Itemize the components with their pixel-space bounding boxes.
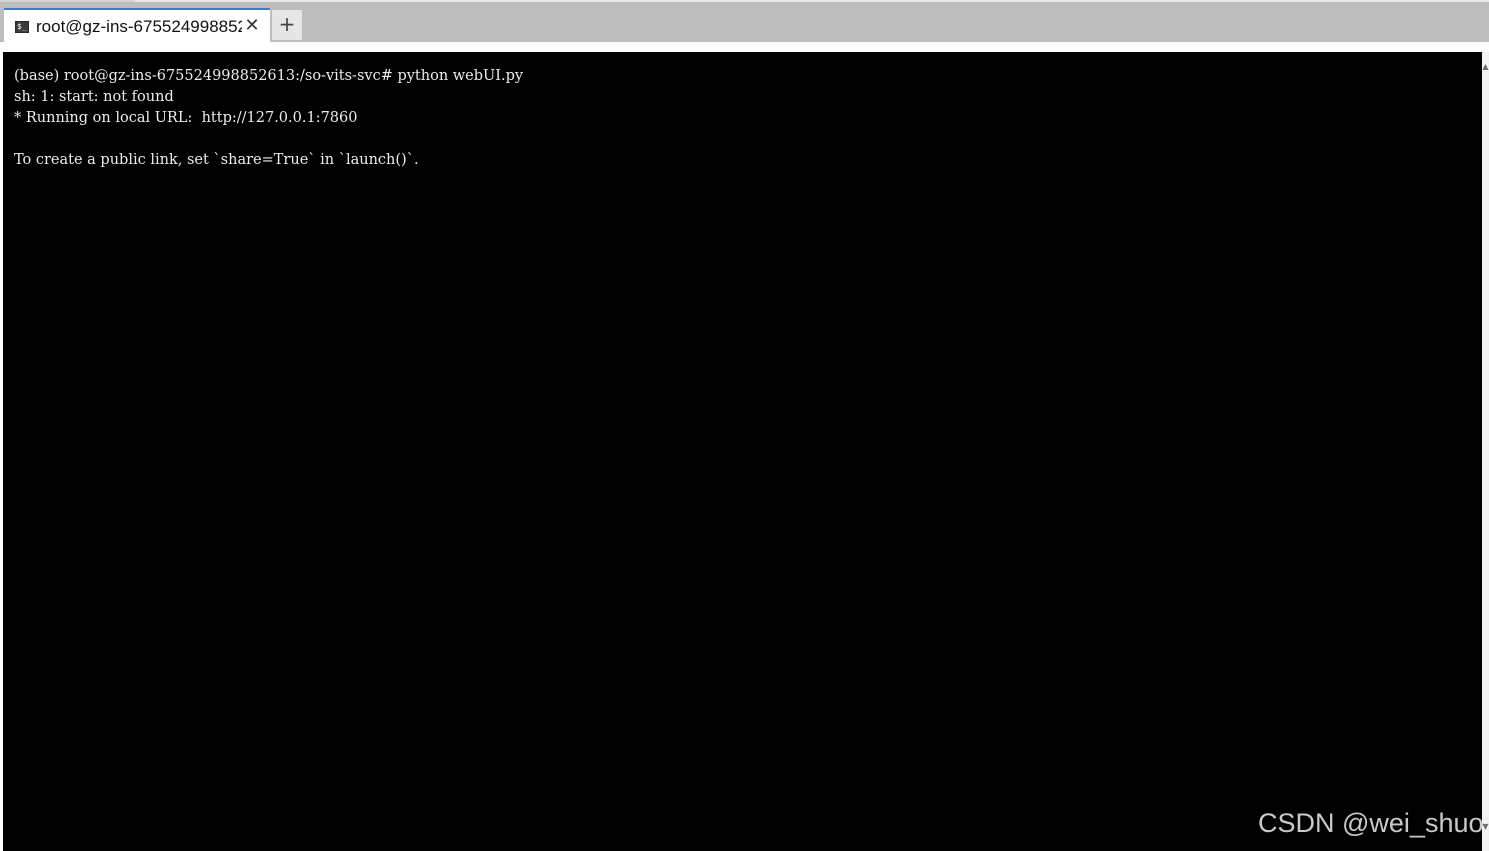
tab-title: root@gz-ins-675524998852613 bbox=[36, 17, 242, 36]
terminal-icon: $_ bbox=[15, 21, 29, 33]
terminal-window: $_ root@gz-ins-675524998852613 ✕ + (base… bbox=[0, 0, 1489, 851]
scroll-up-icon[interactable]: ▲ bbox=[1482, 62, 1489, 72]
terminal-line-error: sh: 1: start: not found bbox=[14, 89, 174, 105]
terminal-line-url: * Running on local URL: http://127.0.0.1… bbox=[14, 110, 358, 126]
new-tab-button[interactable]: + bbox=[272, 10, 302, 40]
tab-content-gap bbox=[0, 42, 1489, 52]
terminal-line-command: (base) root@gz-ins-675524998852613:/so-v… bbox=[14, 68, 524, 84]
vertical-scrollbar[interactable]: ▲ ▼ bbox=[1482, 52, 1489, 851]
close-icon[interactable]: ✕ bbox=[244, 17, 260, 35]
tab-terminal-session[interactable]: $_ root@gz-ins-675524998852613 ✕ bbox=[4, 8, 270, 42]
terminal-line-public-link-hint: To create a public link, set `share=True… bbox=[14, 152, 419, 168]
tab-bar: $_ root@gz-ins-675524998852613 ✕ + bbox=[0, 2, 1489, 42]
terminal-output[interactable]: (base) root@gz-ins-675524998852613:/so-v… bbox=[3, 52, 1482, 851]
watermark: CSDN @wei_shuo bbox=[1258, 808, 1484, 838]
